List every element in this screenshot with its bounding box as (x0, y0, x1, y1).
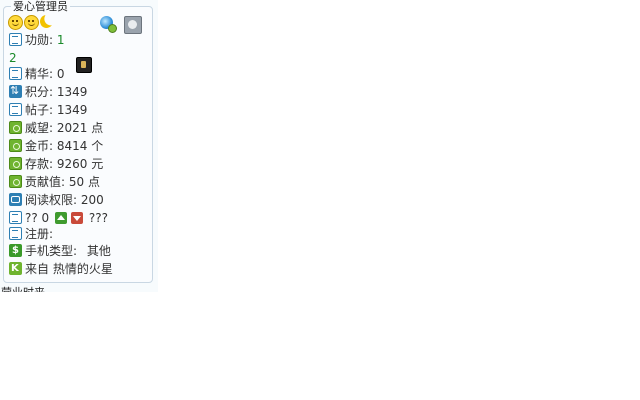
location-text: 来自 热情的火星 (25, 262, 113, 276)
deposit-text: 存款: 9260 元 (25, 157, 104, 171)
vote-up-icon[interactable] (55, 212, 68, 224)
essence-row: 精华: 0 (9, 66, 65, 82)
merit-label: 功勋: (25, 33, 54, 47)
points-icon (9, 83, 22, 99)
points-text: 积分: 1349 (25, 85, 88, 99)
posts-icon (9, 103, 22, 116)
avatar-icon[interactable] (124, 16, 142, 34)
contribution-row: 贡献值: 50 点 (9, 174, 100, 190)
vote-down-icon[interactable] (71, 212, 84, 224)
rating-icon (9, 211, 22, 224)
prestige-icon (9, 121, 22, 134)
contribution-icon (9, 175, 22, 188)
mood-icons (8, 15, 54, 31)
read-permission-text: 阅读权限: 200 (25, 193, 104, 207)
smile-icon (8, 15, 23, 30)
globe-user-badge-icon (108, 24, 117, 33)
gold-icon (9, 139, 22, 152)
essence-text: 精华: 0 (25, 67, 65, 81)
medal-icon[interactable] (76, 57, 92, 73)
rating-row: ?? 0 ??? (9, 210, 108, 226)
moon-icon (38, 13, 55, 30)
merit-extra-value: 2 (9, 51, 17, 65)
user-profile-panel: 爱心管理员 功勋: 1 2 精华: 0 积分: 1349 帖子: 1349 威望… (3, 0, 153, 283)
registered-row: 注册: (9, 226, 53, 242)
merit-icon (9, 33, 22, 46)
posts-row: 帖子: 1349 (9, 102, 87, 118)
location-row: 来自 热情的火星 (9, 261, 113, 277)
deposit-row: 存款: 9260 元 (9, 156, 103, 172)
rating-prefix: ?? 0 (25, 211, 50, 225)
prestige-row: 威望: 2021 点 (9, 120, 103, 136)
points-row: 积分: 1349 (9, 83, 88, 100)
prestige-text: 威望: 2021 点 (25, 121, 104, 135)
phone-type-icon (9, 243, 22, 259)
posts-text: 帖子: 1349 (25, 103, 88, 117)
contribution-text: 贡献值: 50 点 (25, 175, 100, 189)
merit-value: 1 (56, 33, 65, 47)
rating-suffix: ??? (88, 211, 108, 225)
phone-type-value: 其他 (86, 244, 111, 258)
gold-row: 金币: 8414 个 (9, 138, 103, 154)
essence-icon (9, 67, 22, 80)
phone-type-label: 手机类型: (25, 244, 78, 258)
registered-icon (9, 227, 22, 240)
location-icon (9, 261, 22, 277)
merit-extra-row: 2 (9, 50, 17, 66)
registered-label: 注册: (25, 227, 54, 241)
user-group-title: 爱心管理员 (11, 0, 70, 13)
merit-row: 功勋: 1 (9, 32, 65, 48)
smile-icon (24, 15, 39, 30)
clipped-footer-text: 营业时来 (1, 286, 45, 292)
read-permission-row: 阅读权限: 200 (9, 192, 104, 208)
gold-text: 金币: 8414 个 (25, 139, 104, 153)
read-permission-icon (9, 193, 22, 206)
deposit-icon (9, 157, 22, 170)
phone-type-row: 手机类型: 其他 (9, 243, 111, 259)
